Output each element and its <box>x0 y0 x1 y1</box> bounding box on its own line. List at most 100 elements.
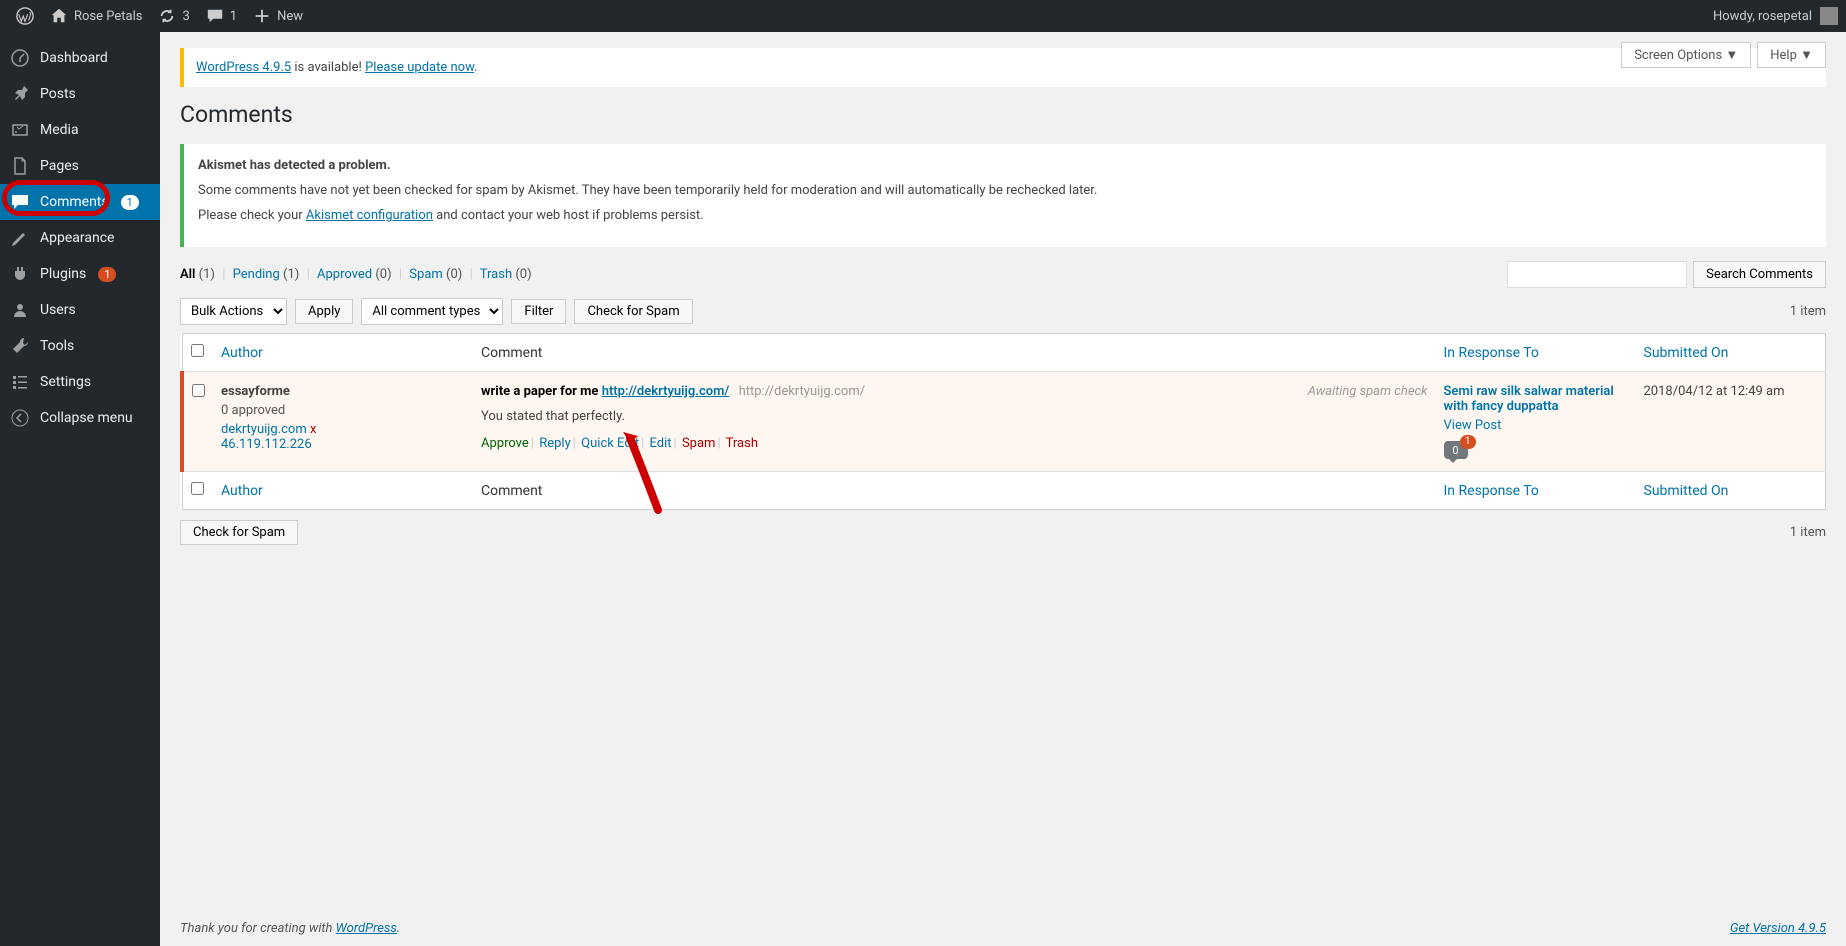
tablenav-bottom: Check for Spam 1 item <box>180 520 1826 545</box>
sidebar-item-label: Tools <box>40 338 74 354</box>
settings-icon <box>10 372 30 392</box>
pages-icon <box>10 156 30 176</box>
sidebar-item-settings[interactable]: Settings <box>0 364 160 400</box>
help-button[interactable]: Help ▼ <box>1757 42 1826 68</box>
col-date-foot[interactable]: Submitted On <box>1636 472 1826 510</box>
collapse-icon <box>10 408 30 428</box>
toolbar-right[interactable]: Howdy, rosepetal <box>1713 7 1838 25</box>
updates-item[interactable]: 3 <box>150 0 197 32</box>
search-input[interactable] <box>1507 261 1687 288</box>
admin-sidebar: Dashboard Posts Media Pages Comments 1 A… <box>0 32 160 946</box>
sidebar-item-media[interactable]: Media <box>0 112 160 148</box>
col-response-foot[interactable]: In Response To <box>1436 472 1636 510</box>
approve-link[interactable]: Approve <box>481 436 529 451</box>
new-item[interactable]: New <box>245 0 311 32</box>
sidebar-item-label: Posts <box>40 86 76 102</box>
bulk-actions-select[interactable]: Bulk Actions <box>180 298 287 325</box>
sidebar-item-appearance[interactable]: Appearance <box>0 220 160 256</box>
site-name[interactable]: Rose Petals <box>42 0 150 32</box>
screen-options-button[interactable]: Screen Options ▼ <box>1621 42 1751 68</box>
reply-link[interactable]: Reply <box>539 436 571 451</box>
col-response[interactable]: In Response To <box>1436 334 1636 372</box>
apply-button[interactable]: Apply <box>295 299 353 324</box>
col-author[interactable]: Author <box>213 334 473 372</box>
update-notice-text: is available! <box>291 60 365 75</box>
filter-pending[interactable]: Pending <box>233 267 280 282</box>
updates-icon <box>158 7 176 25</box>
wp-logo[interactable] <box>8 0 42 32</box>
items-count: 1 item <box>1790 304 1826 319</box>
comments-count: 1 <box>230 9 237 24</box>
edit-link[interactable]: Edit <box>650 436 672 451</box>
domain-x[interactable]: x <box>307 422 317 437</box>
howdy-text: Howdy, rosepetal <box>1713 9 1812 24</box>
comment-icon <box>206 7 224 25</box>
tablenav-top: Bulk Actions Apply All comment types Fil… <box>180 298 1826 325</box>
sidebar-item-label: Pages <box>40 158 79 174</box>
users-icon <box>10 300 30 320</box>
comment-body: You stated that perfectly. <box>481 409 1428 424</box>
update-now-link[interactable]: Please update now <box>365 60 474 75</box>
akismet-line1: Some comments have not yet been checked … <box>198 183 1812 198</box>
check-spam-button-bottom[interactable]: Check for Spam <box>180 520 298 545</box>
sidebar-item-plugins[interactable]: Plugins 1 <box>0 256 160 292</box>
new-label: New <box>277 9 303 24</box>
table-row: essayforme 0 approved dekrtyuijg.com x 4… <box>182 372 1826 472</box>
wordpress-icon <box>16 7 34 25</box>
col-author-foot[interactable]: Author <box>213 472 473 510</box>
response-cell: Semi raw silk salwar material with fancy… <box>1436 372 1636 472</box>
sidebar-item-label: Collapse menu <box>40 410 133 426</box>
search-box: Search Comments <box>1507 261 1826 288</box>
footer-wp-link[interactable]: WordPress <box>336 921 397 936</box>
sidebar-item-label: Comments <box>40 194 109 210</box>
select-all-checkbox[interactable] <box>191 344 204 357</box>
trash-link[interactable]: Trash <box>726 436 758 451</box>
comments-item[interactable]: 1 <box>198 0 245 32</box>
sidebar-item-comments[interactable]: Comments 1 <box>0 184 160 220</box>
comment-title-link[interactable]: http://dekrtyuijg.com/ <box>602 384 730 399</box>
check-spam-button[interactable]: Check for Spam <box>574 299 692 324</box>
comment-title-gray: http://dekrtyuijg.com/ <box>739 384 866 399</box>
filter-trash[interactable]: Trash <box>480 267 512 282</box>
comment-bubble[interactable]: 0 1 <box>1444 441 1468 459</box>
footer-version-link[interactable]: Get Version 4.9.5 <box>1730 921 1826 936</box>
filter-spam[interactable]: Spam <box>409 267 443 282</box>
akismet-config-link[interactable]: Akismet configuration <box>306 208 433 223</box>
row-checkbox[interactable] <box>192 384 205 397</box>
response-title-link[interactable]: Semi raw silk salwar material with fancy… <box>1444 384 1614 414</box>
col-date[interactable]: Submitted On <box>1636 334 1826 372</box>
author-ip-link[interactable]: 46.119.112.226 <box>221 437 465 452</box>
sidebar-item-collapse[interactable]: Collapse menu <box>0 400 160 436</box>
wp-version-link[interactable]: WordPress 4.9.5 <box>196 60 291 75</box>
filter-all[interactable]: All <box>180 267 195 282</box>
sidebar-item-pages[interactable]: Pages <box>0 148 160 184</box>
avatar <box>1820 7 1838 25</box>
plus-icon <box>253 7 271 25</box>
view-post-link[interactable]: View Post <box>1444 418 1628 433</box>
comment-types-select[interactable]: All comment types <box>361 298 503 325</box>
quickedit-link[interactable]: Quick Edit <box>581 436 639 451</box>
awaiting-spam-check: Awaiting spam check <box>1308 384 1428 399</box>
sidebar-item-label: Users <box>40 302 76 318</box>
author-name: essayforme <box>221 384 465 399</box>
search-button[interactable]: Search Comments <box>1693 261 1826 288</box>
select-all-checkbox-bottom[interactable] <box>191 482 204 495</box>
approved-count: 0 approved <box>221 403 465 418</box>
author-domain-link[interactable]: dekrtyuijg.com <box>221 422 307 437</box>
akismet-line2-prefix: Please check your <box>198 208 306 223</box>
filter-pending-count: (1) <box>283 267 299 282</box>
spam-link[interactable]: Spam <box>682 436 716 451</box>
sidebar-item-dashboard[interactable]: Dashboard <box>0 40 160 76</box>
filters-search-row: All (1) | Pending (1) | Approved (0) | S… <box>180 261 1826 288</box>
plugin-icon <box>10 264 30 284</box>
sidebar-item-tools[interactable]: Tools <box>0 328 160 364</box>
sidebar-item-users[interactable]: Users <box>0 292 160 328</box>
update-notice: WordPress 4.9.5 is available! Please upd… <box>180 48 1826 87</box>
sidebar-item-label: Dashboard <box>40 50 108 66</box>
filter-button[interactable]: Filter <box>511 299 566 324</box>
filter-spam-count: (0) <box>446 267 462 282</box>
admin-toolbar: Rose Petals 3 1 New Howdy, rosepetal <box>0 0 1846 32</box>
items-count-bottom: 1 item <box>1790 525 1826 540</box>
sidebar-item-posts[interactable]: Posts <box>0 76 160 112</box>
filter-approved[interactable]: Approved <box>317 267 372 282</box>
